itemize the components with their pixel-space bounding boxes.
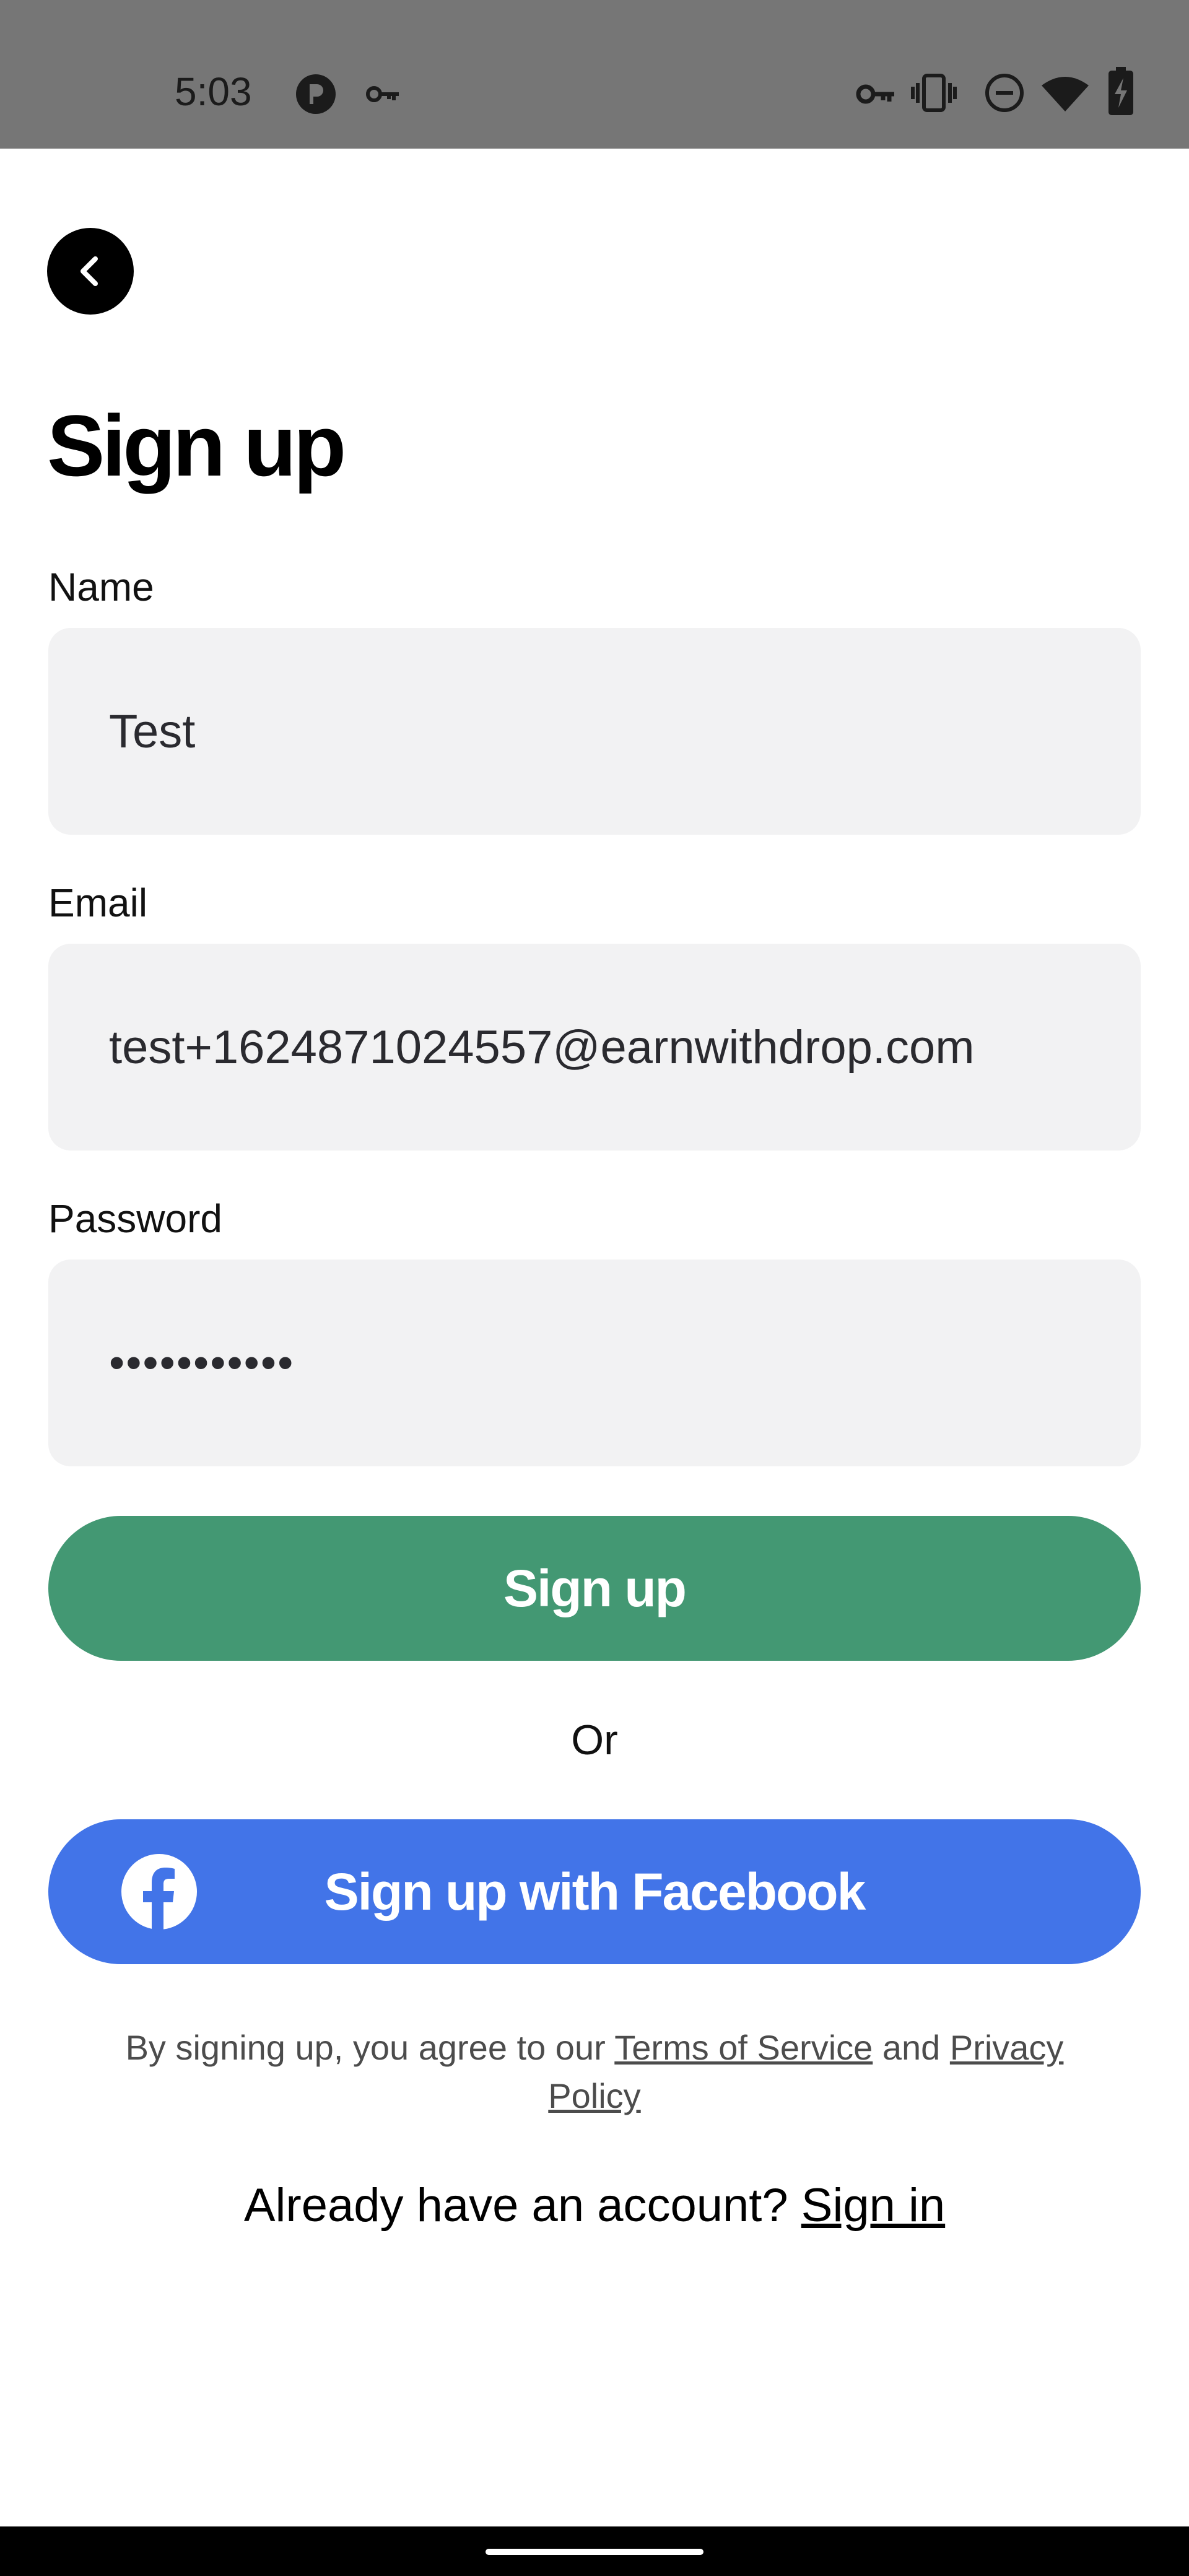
vpn-key-icon	[856, 84, 894, 104]
home-gesture-handle[interactable]	[486, 2549, 703, 2555]
app-badge-icon	[296, 74, 336, 114]
signup-button[interactable]: Sign up	[48, 1516, 1141, 1661]
wifi-icon	[1042, 77, 1089, 111]
or-divider: Or	[571, 1717, 618, 1764]
password-field[interactable]: •••••••••••	[48, 1260, 1141, 1466]
signin-prompt: Already have an account? Sign in	[0, 2175, 1189, 2237]
legal-text: By signing up, you agree to our Terms of…	[99, 2024, 1090, 2120]
email-field[interactable]: test+1624871024557@earnwithdrop.com	[48, 944, 1141, 1151]
name-field[interactable]: Test	[48, 628, 1141, 835]
page-title: Sign up	[47, 397, 346, 494]
terms-of-service-link[interactable]: Terms of Service	[614, 2028, 873, 2067]
key-icon	[366, 86, 399, 102]
signin-link[interactable]: Sign in	[801, 2179, 945, 2232]
facebook-button-label: Sign up with Facebook	[324, 1862, 866, 1921]
legal-middle: and	[873, 2028, 950, 2067]
facebook-signup-button[interactable]: Sign up with Facebook	[48, 1819, 1141, 1964]
name-label: Name	[48, 565, 154, 609]
legal-prefix: By signing up, you agree to our	[125, 2028, 615, 2067]
signin-prompt-text: Already have an account?	[243, 2179, 801, 2232]
do-not-disturb-icon	[985, 74, 1024, 112]
status-bar: 5:03	[0, 0, 1189, 149]
chevron-left-icon	[81, 256, 98, 286]
signup-button-label: Sign up	[503, 1559, 687, 1617]
password-label: Password	[48, 1196, 222, 1241]
email-label: Email	[48, 881, 148, 925]
facebook-icon	[121, 1854, 197, 1930]
back-button[interactable]	[47, 228, 134, 315]
vibrate-icon	[911, 74, 957, 112]
battery-charging-icon	[1108, 67, 1133, 115]
status-time: 5:03	[175, 69, 252, 114]
